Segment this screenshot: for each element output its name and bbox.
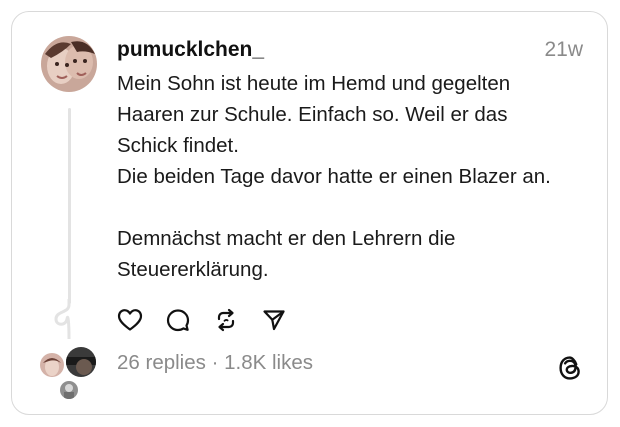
post-text-line: Mein Sohn ist heute im Hemd und gegelten [117,72,511,95]
timestamp[interactable]: 21w [544,38,583,62]
repost-icon [217,308,235,332]
post-text-line: Die beiden Tage davor hatte er einen Bla… [117,165,551,188]
like-button[interactable] [117,307,143,333]
send-icon [263,310,285,331]
username[interactable]: pumucklchen_ [117,38,264,62]
author-avatar[interactable] [41,36,97,92]
threads-logo-icon[interactable] [557,355,583,381]
post-text-line: Demnächst macht er den Lehrern die [117,227,456,250]
reply-button[interactable] [165,307,191,333]
replier-avatar [38,351,66,379]
comment-bubble-icon [166,309,190,332]
share-button[interactable] [261,307,287,333]
post-card[interactable]: pumucklchen_ 21w Mein Sohn ist heute im … [11,11,608,415]
action-bar [117,305,309,335]
post-text-line: Steuererklärung. [117,258,269,281]
post-body: Mein Sohn ist heute im Hemd und gegelten… [117,68,597,285]
replier-avatar [58,379,80,401]
repost-button[interactable] [213,307,239,333]
post-text-line: Schick findet. [117,134,239,157]
replier-avatars [38,345,98,401]
heart-icon [117,309,143,331]
post-stats[interactable]: 26 replies · 1.8K likes [117,351,313,375]
thread-loop-icon [48,297,78,341]
thread-connector-line [68,108,71,304]
replier-avatar [64,345,98,379]
post-text-line: Haaren zur Schule. Einfach so. Weil er d… [117,103,508,126]
